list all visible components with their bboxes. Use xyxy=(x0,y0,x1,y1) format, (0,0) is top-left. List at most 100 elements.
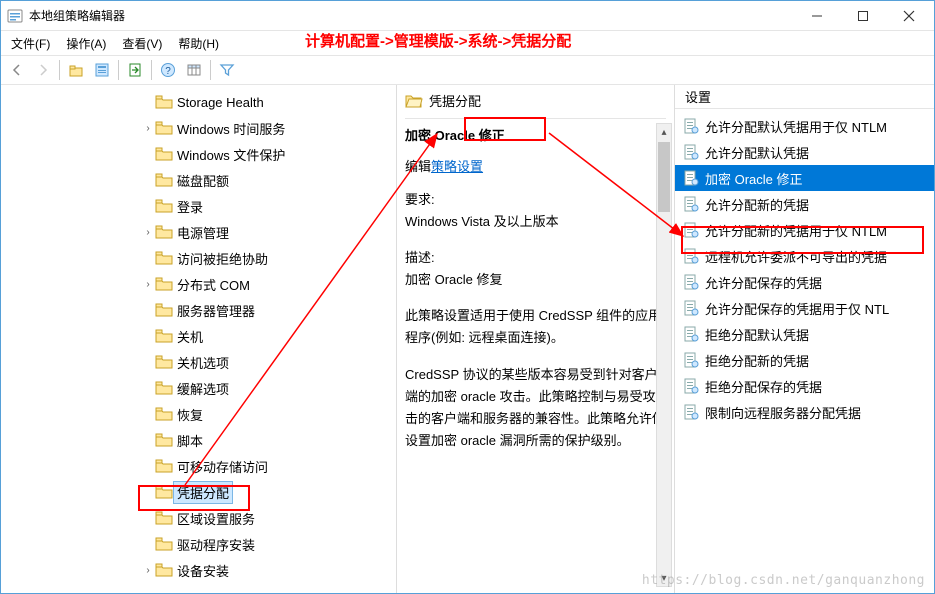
tree-item-label: 驱动程序安装 xyxy=(177,535,255,554)
folder-icon xyxy=(155,197,173,215)
tree-item[interactable]: Storage Health xyxy=(1,89,396,115)
settings-item-label: 允许分配默认凭据 xyxy=(705,143,809,162)
scroll-up-icon[interactable]: ▴ xyxy=(657,124,671,140)
settings-item-label: 拒绝分配保存的凭据 xyxy=(705,377,822,396)
folder-icon xyxy=(155,119,173,137)
folder-icon xyxy=(155,379,173,397)
toolbar-help-button[interactable]: ? xyxy=(156,58,180,82)
detail-scrollbar[interactable]: ▴ ▾ xyxy=(656,123,672,587)
requirements-value: Windows Vista 及以上版本 xyxy=(405,211,666,233)
folder-icon xyxy=(155,353,173,371)
policy-icon xyxy=(683,378,699,394)
toolbar-export-button[interactable] xyxy=(123,58,147,82)
tree-item-label: 服务器管理器 xyxy=(177,301,255,320)
scroll-down-icon[interactable]: ▾ xyxy=(657,570,671,586)
policy-icon xyxy=(683,144,699,160)
tree-item-label: 磁盘配额 xyxy=(177,171,229,190)
tree-item[interactable]: 可移动存储访问 xyxy=(1,453,396,479)
expander-icon[interactable]: › xyxy=(141,123,155,134)
settings-item[interactable]: 允许分配保存的凭据 xyxy=(675,269,934,295)
tree-item-label: Windows 时间服务 xyxy=(177,119,285,138)
detail-header: 凭据分配 xyxy=(405,91,666,110)
toolbar-properties-button[interactable] xyxy=(90,58,114,82)
tree-item[interactable]: › Windows 时间服务 xyxy=(1,115,396,141)
settings-item[interactable]: 允许分配新的凭据用于仅 NTLM xyxy=(675,217,934,243)
tree-item[interactable]: 关机选项 xyxy=(1,349,396,375)
settings-item[interactable]: 限制向远程服务器分配凭据 xyxy=(675,399,934,425)
tree-item[interactable]: 驱动程序安装 xyxy=(1,531,396,557)
policy-icon xyxy=(683,118,699,134)
detail-edit-prefix: 编辑 xyxy=(405,159,431,174)
settings-item[interactable]: 允许分配默认凭据用于仅 NTLM xyxy=(675,113,934,139)
folder-icon xyxy=(155,431,173,449)
settings-column-header[interactable]: 设置 xyxy=(675,85,934,109)
expander-icon[interactable]: › xyxy=(141,279,155,290)
titlebar: 本地组策略编辑器 xyxy=(1,1,934,31)
tree-item[interactable]: Windows 文件保护 xyxy=(1,141,396,167)
close-button[interactable] xyxy=(886,1,932,30)
settings-item[interactable]: 拒绝分配保存的凭据 xyxy=(675,373,934,399)
folder-icon xyxy=(155,509,173,527)
description-body-1: 此策略设置适用于使用 CredSSP 组件的应用程序(例如: 远程桌面连接)。 xyxy=(405,305,666,349)
tree-item[interactable]: 恢复 xyxy=(1,401,396,427)
maximize-button[interactable] xyxy=(840,1,886,30)
client-area: Storage Health › Windows 时间服务 Windows 文件保护磁… xyxy=(1,85,934,593)
folder-open-icon xyxy=(405,92,423,110)
policy-icon xyxy=(683,170,699,186)
edit-policy-link[interactable]: 策略设置 xyxy=(431,159,483,174)
folder-icon xyxy=(155,535,173,553)
tree-item-label: 脚本 xyxy=(177,431,203,450)
policy-icon xyxy=(683,352,699,368)
tree-item[interactable]: 服务器管理器 xyxy=(1,297,396,323)
tree-item[interactable]: ›电源管理 xyxy=(1,219,396,245)
tree-item-label: 关机选项 xyxy=(177,353,229,372)
toolbar: ? xyxy=(1,55,934,85)
toolbar-filter-button[interactable] xyxy=(215,58,239,82)
settings-list-panel: 设置 允许分配默认凭据用于仅 NTLM 允许分配默认凭据加密 Oracle 修正允… xyxy=(675,85,934,593)
settings-item[interactable]: 拒绝分配新的凭据 xyxy=(675,347,934,373)
settings-item[interactable]: 加密 Oracle 修正 xyxy=(675,165,934,191)
menubar: 文件(F) 操作(A) 查看(V) 帮助(H) xyxy=(1,31,934,55)
description-value: 加密 Oracle 修复 xyxy=(405,269,666,291)
folder-icon xyxy=(155,223,173,241)
menu-action[interactable]: 操作(A) xyxy=(60,33,112,54)
policy-icon xyxy=(683,326,699,342)
tree-item[interactable]: 区域设置服务 xyxy=(1,505,396,531)
toolbar-up-button[interactable] xyxy=(64,58,88,82)
folder-icon xyxy=(155,405,173,423)
toolbar-columns-button[interactable] xyxy=(182,58,206,82)
minimize-button[interactable] xyxy=(794,1,840,30)
tree-item-label: 关机 xyxy=(177,327,203,346)
toolbar-forward-button[interactable] xyxy=(31,58,55,82)
tree-panel[interactable]: Storage Health › Windows 时间服务 Windows 文件保护磁… xyxy=(1,85,397,593)
settings-item[interactable]: 拒绝分配默认凭据 xyxy=(675,321,934,347)
settings-item[interactable]: 允许分配默认凭据 xyxy=(675,139,934,165)
settings-item-label: 限制向远程服务器分配凭据 xyxy=(705,403,861,422)
scroll-thumb[interactable] xyxy=(658,142,670,212)
folder-icon xyxy=(155,561,173,579)
settings-item[interactable]: 允许分配保存的凭据用于仅 NTL xyxy=(675,295,934,321)
settings-item[interactable]: 允许分配新的凭据 xyxy=(675,191,934,217)
expander-icon[interactable]: › xyxy=(141,227,155,238)
menu-help[interactable]: 帮助(H) xyxy=(172,33,225,54)
menu-view[interactable]: 查看(V) xyxy=(116,33,168,54)
tree-item[interactable]: 凭据分配 xyxy=(1,479,396,505)
settings-item[interactable]: 远程机允许委派不可导出的凭据 xyxy=(675,243,934,269)
tree-item[interactable]: ›分布式 COM xyxy=(1,271,396,297)
tree-item[interactable]: 脚本 xyxy=(1,427,396,453)
tree-item[interactable]: 关机 xyxy=(1,323,396,349)
tree-item[interactable]: 访问被拒绝协助 xyxy=(1,245,396,271)
menu-file[interactable]: 文件(F) xyxy=(5,33,56,54)
expander-icon[interactable]: › xyxy=(141,565,155,576)
settings-item-label: 加密 Oracle 修正 xyxy=(705,169,803,188)
app-icon xyxy=(7,8,23,24)
tree-item[interactable]: 磁盘配额 xyxy=(1,167,396,193)
tree-item[interactable]: 登录 xyxy=(1,193,396,219)
tree-item[interactable]: 缓解选项 xyxy=(1,375,396,401)
toolbar-back-button[interactable] xyxy=(5,58,29,82)
folder-icon xyxy=(155,301,173,319)
tree-item-label: Windows 文件保护 xyxy=(177,145,285,164)
tree-item-label: 登录 xyxy=(177,197,203,216)
policy-icon xyxy=(683,222,699,238)
tree-item[interactable]: ›设备安装 xyxy=(1,557,396,583)
